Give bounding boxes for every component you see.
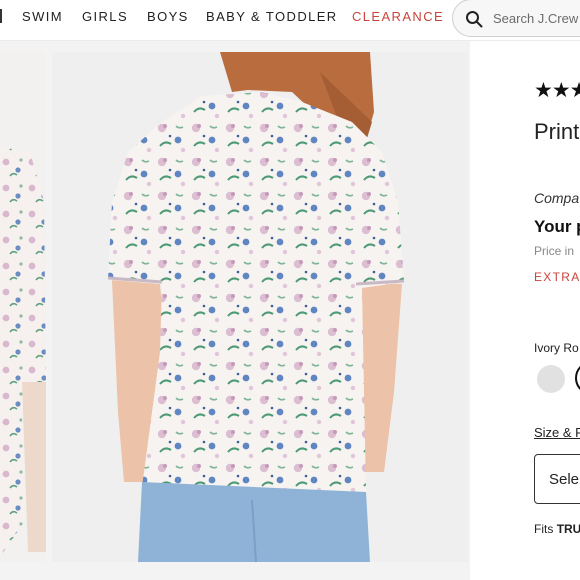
product-photo xyxy=(52,52,468,562)
color-swatch-selected[interactable] xyxy=(575,361,580,395)
search-placeholder: Search J.Crew xyxy=(493,11,579,26)
product-title: Print xyxy=(534,119,580,144)
product-details-panel: ★★★ Print Compa Your p Price in EXTRA Iv… xyxy=(470,41,580,580)
main-product-image xyxy=(52,52,468,562)
select-size-label: Sele xyxy=(549,471,580,488)
your-price-label: Your p xyxy=(534,217,580,236)
top-nav: SWIM GIRLS BOYS BABY & TODDLER CLEARANCE… xyxy=(0,0,580,41)
rating-stars[interactable]: ★★★ xyxy=(534,78,580,103)
compare-price-label: Compa xyxy=(534,190,580,206)
fits-prefix: Fits xyxy=(534,522,554,536)
price-note: Price in xyxy=(534,244,575,258)
color-swatch-ivory[interactable] xyxy=(537,365,565,393)
fits-value: TRU xyxy=(556,522,580,536)
nav-item-partial[interactable] xyxy=(0,9,2,23)
search-icon xyxy=(466,11,483,28)
nav-item-swim[interactable]: SWIM xyxy=(22,9,63,24)
color-name: Ivory Ro xyxy=(534,341,579,355)
product-thumbnail[interactable] xyxy=(0,52,46,562)
thumbnail-image xyxy=(0,52,46,562)
search-input[interactable]: Search J.Crew xyxy=(452,0,580,37)
nav-item-girls[interactable]: GIRLS xyxy=(82,9,128,24)
fit-info: Fits TRU xyxy=(534,522,580,536)
size-fit-link[interactable]: Size & F xyxy=(534,425,580,440)
extra-promo-text: EXTRA xyxy=(534,270,580,284)
nav-item-boys[interactable]: BOYS xyxy=(147,9,189,24)
nav-item-clearance[interactable]: CLEARANCE xyxy=(352,9,444,24)
nav-item-baby-toddler[interactable]: BABY & TODDLER xyxy=(206,9,338,24)
size-select-button[interactable]: Sele xyxy=(534,454,580,504)
